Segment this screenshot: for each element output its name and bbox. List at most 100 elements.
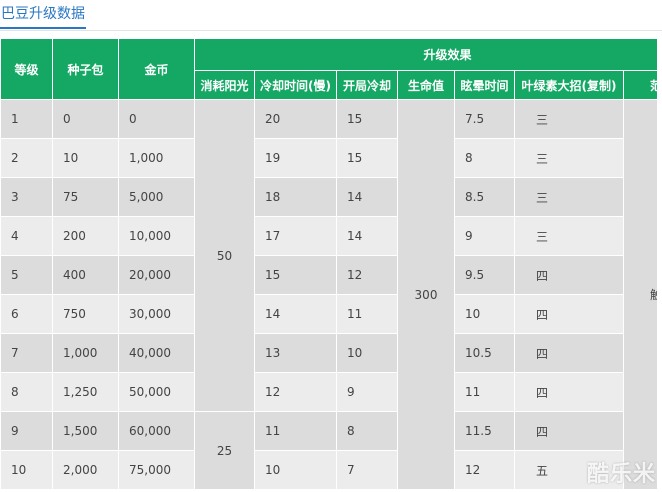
cell-start-cooldown: 15 [336,138,398,178]
cell-gold: 40,000 [118,333,195,373]
section-title: 巴豆升级数据 [1,6,85,22]
upgrade-table: 等级 种子包 金币 升级效果 消耗阳光 冷却时间(慢) 开局冷却 生命值 眩晕时… [0,38,657,490]
watermark-logo: 酷乐米 [586,462,656,487]
cell-stun-time: 8 [454,138,515,178]
cell-stun-time: 11.5 [454,411,515,451]
cell-stun-time: 12 [454,450,515,490]
col-header-stun-time: 眩晕时间 [454,70,515,100]
cell-skill: 三 [514,177,624,217]
cell-level: 10 [0,450,53,490]
cell-seed-pack: 1,000 [52,333,119,373]
cell-gold: 1,000 [118,138,195,178]
col-header-range: 范围 [622,70,657,100]
cell-seed-pack: 75 [52,177,119,217]
section-header: 巴豆升级数据 [0,0,662,31]
cell-start-cooldown: 14 [336,216,398,256]
cell-skill: 三 [514,216,624,256]
cell-stun-time: 9.5 [454,255,515,295]
cell-gold: 30,000 [118,294,195,334]
cell-level: 6 [0,294,53,334]
cell-level: 7 [0,333,53,373]
cell-stun-time: 9 [454,216,515,256]
cell-seed-pack: 2,000 [52,450,119,490]
cell-level: 9 [0,411,53,451]
cell-seed-pack: 1,250 [52,372,119,412]
cell-sun-cost-merged: 25 [194,411,255,490]
cell-gold: 5,000 [118,177,195,217]
cell-gold: 0 [118,99,195,139]
cell-skill: 四 [514,294,624,334]
table-row: 9 1,500 60,000 25 11 8 11.5 四 [0,411,658,490]
cell-gold: 50,000 [118,372,195,412]
cell-start-cooldown: 12 [336,255,398,295]
cell-seed-pack: 400 [52,255,119,295]
cell-gold: 75,000 [118,450,195,490]
cell-skill: 三 [514,99,624,139]
cell-start-cooldown: 15 [336,99,398,139]
table-row: 1 0 0 50 20 15 300 7.5 三 触碰 [0,99,657,490]
col-header-seed-pack: 种子包 [52,38,119,100]
cell-gold: 60,000 [118,411,195,451]
cell-cooldown: 11 [254,411,337,451]
cell-sun-cost-merged: 50 [194,99,255,412]
table-row: 2 10 1,000 19 15 8 三 [0,138,658,178]
cell-cooldown: 13 [254,333,337,373]
cell-level: 1 [0,99,53,139]
cell-level: 5 [0,255,53,295]
cell-start-cooldown: 9 [336,372,398,412]
cell-stun-time: 10.5 [454,333,515,373]
table-row: 8 1,250 50,000 12 9 11 四 [0,372,658,412]
col-header-skill: 叶绿素大招(复制) [514,70,624,100]
cell-cooldown: 12 [254,372,337,412]
col-header-gold: 金币 [118,38,195,100]
cell-cooldown: 20 [254,99,337,139]
table-row: 4 200 10,000 17 14 9 三 [0,216,658,256]
title-underline [0,27,86,29]
cell-skill: 四 [514,333,624,373]
cell-cooldown: 17 [254,216,337,256]
cell-start-cooldown: 11 [336,294,398,334]
cell-range-merged: 触碰 [622,99,657,490]
cell-seed-pack: 10 [52,138,119,178]
cell-level: 2 [0,138,53,178]
cell-seed-pack: 0 [52,99,119,139]
cell-start-cooldown: 8 [336,411,398,451]
cell-cooldown: 10 [254,450,337,490]
cell-stun-time: 10 [454,294,515,334]
col-header-level: 等级 [0,38,53,100]
cell-start-cooldown: 10 [336,333,398,373]
cell-level: 3 [0,177,53,217]
cell-cooldown: 15 [254,255,337,295]
col-header-cooldown: 冷却时间(慢) [254,70,337,100]
table-row: 7 1,000 40,000 13 10 10.5 四 [0,333,658,373]
table-row: 10 2,000 75,000 10 7 12 五 [0,450,658,490]
cell-hp-merged: 300 [397,99,455,490]
upgrade-table-container: 等级 种子包 金币 升级效果 消耗阳光 冷却时间(慢) 开局冷却 生命值 眩晕时… [0,38,657,492]
table-row: 5 400 20,000 15 12 9.5 四 [0,255,658,295]
group-header-upgrade-effect: 升级效果 [193,38,657,71]
cell-skill: 四 [514,372,624,412]
cell-seed-pack: 750 [52,294,119,334]
cell-seed-pack: 200 [52,216,119,256]
col-header-hp: 生命值 [397,70,455,100]
cell-level: 4 [0,216,53,256]
table-row: 6 750 30,000 14 11 10 四 [0,294,658,334]
cell-start-cooldown: 14 [336,177,398,217]
cell-stun-time: 7.5 [454,99,515,139]
cell-start-cooldown: 7 [336,450,398,490]
col-header-start-cooldown: 开局冷却 [336,70,398,100]
cell-stun-time: 11 [454,372,515,412]
col-header-sun-cost: 消耗阳光 [194,70,255,100]
cell-skill: 三 [514,138,624,178]
cell-seed-pack: 1,500 [52,411,119,451]
cell-cooldown: 18 [254,177,337,217]
cell-cooldown: 14 [254,294,337,334]
cell-skill: 四 [514,255,624,295]
cell-gold: 20,000 [118,255,195,295]
cell-level: 8 [0,372,53,412]
cell-gold: 10,000 [118,216,195,256]
cell-cooldown: 19 [254,138,337,178]
cell-skill: 四 [514,411,624,451]
cell-stun-time: 8.5 [454,177,515,217]
table-row: 3 75 5,000 18 14 8.5 三 [0,177,658,217]
